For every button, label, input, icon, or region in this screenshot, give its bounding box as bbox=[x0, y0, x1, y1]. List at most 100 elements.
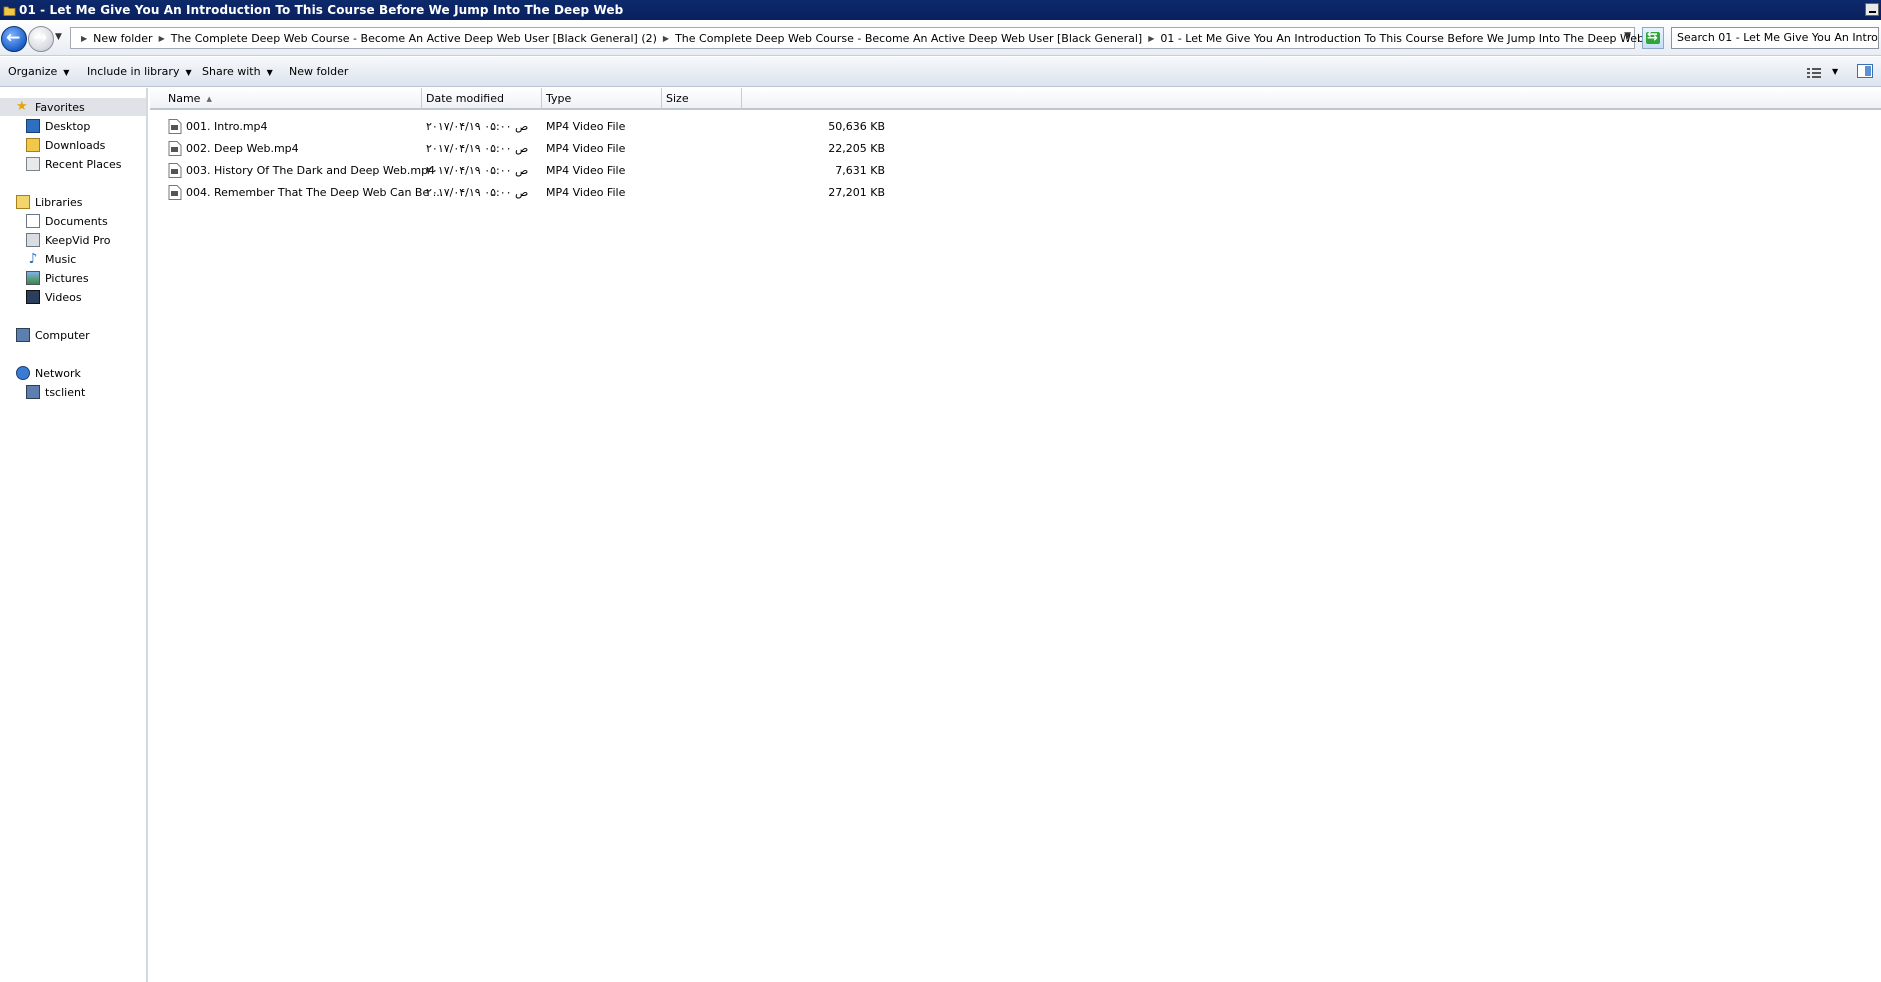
file-size: 27,201 KB bbox=[828, 186, 885, 199]
column-header-name-label: Name bbox=[168, 92, 201, 105]
breadcrumb-course-2[interactable]: The Complete Deep Web Course - Become An… bbox=[171, 32, 657, 45]
pictures-icon bbox=[26, 271, 40, 285]
organize-button[interactable]: Organize ▼ bbox=[8, 65, 69, 78]
view-options-dropdown-icon[interactable]: ▼ bbox=[1832, 67, 1838, 76]
recent-pages-dropdown-icon[interactable]: ▼ bbox=[55, 32, 62, 42]
address-history-dropdown-icon[interactable]: ▼ bbox=[1624, 31, 1631, 41]
sidebar-item-label: tsclient bbox=[45, 385, 86, 399]
documents-icon bbox=[26, 214, 40, 228]
sidebar-item-favorites[interactable]: ★ Favorites bbox=[0, 98, 146, 116]
breadcrumb-separator-icon[interactable]: ▶ bbox=[81, 34, 87, 43]
video-file-icon bbox=[168, 185, 182, 200]
library-folder-icon bbox=[26, 233, 40, 247]
preview-pane-icon[interactable] bbox=[1857, 64, 1873, 78]
video-file-icon bbox=[168, 141, 182, 156]
video-file-icon bbox=[168, 119, 182, 134]
title-bar: 01 - Let Me Give You An Introduction To … bbox=[0, 0, 1881, 20]
sidebar-item-label: Network bbox=[35, 366, 81, 380]
sidebar-item-label: Music bbox=[45, 252, 77, 266]
address-row: ▼ ▶ New folder ▶ The Complete Deep Web C… bbox=[0, 20, 1881, 56]
search-input[interactable]: Search 01 - Let Me Give You An Introd... bbox=[1671, 27, 1879, 49]
change-view-icon[interactable] bbox=[1806, 66, 1822, 80]
sidebar-item-recent-places[interactable]: Recent Places bbox=[26, 155, 122, 173]
network-icon bbox=[16, 366, 30, 380]
column-header-row: Name ▲ Date modified Type Size bbox=[150, 88, 1881, 110]
sidebar-item-computer[interactable]: Computer bbox=[16, 326, 90, 344]
computer-icon bbox=[26, 385, 40, 399]
computer-icon bbox=[16, 328, 30, 342]
column-header-type[interactable]: Type bbox=[542, 88, 662, 110]
breadcrumb-course[interactable]: The Complete Deep Web Course - Become An… bbox=[675, 32, 1142, 45]
file-size: 50,636 KB bbox=[828, 120, 885, 133]
window-title: 01 - Let Me Give You An Introduction To … bbox=[19, 3, 624, 17]
desktop-icon bbox=[26, 119, 40, 133]
sidebar-item-documents[interactable]: Documents bbox=[26, 212, 108, 230]
breadcrumb-separator-icon[interactable]: ▶ bbox=[159, 34, 165, 43]
back-button[interactable] bbox=[1, 26, 27, 52]
libraries-icon bbox=[16, 195, 30, 209]
column-header-date-modified[interactable]: Date modified bbox=[422, 88, 542, 110]
sidebar-item-label: Downloads bbox=[45, 138, 106, 152]
sidebar-item-label: Pictures bbox=[45, 271, 89, 285]
sidebar-item-music[interactable]: ♪ Music bbox=[26, 250, 77, 268]
new-folder-button[interactable]: New folder bbox=[289, 65, 348, 78]
file-type: MP4 Video File bbox=[546, 164, 626, 177]
chevron-down-icon: ▼ bbox=[266, 68, 273, 77]
videos-icon bbox=[26, 290, 40, 304]
sidebar-item-pictures[interactable]: Pictures bbox=[26, 269, 89, 287]
video-file-icon bbox=[168, 163, 182, 178]
file-type: MP4 Video File bbox=[546, 186, 626, 199]
file-type: MP4 Video File bbox=[546, 142, 626, 155]
sidebar-item-videos[interactable]: Videos bbox=[26, 288, 82, 306]
breadcrumb-current-folder[interactable]: 01 - Let Me Give You An Introduction To … bbox=[1160, 32, 1644, 45]
file-date-modified: ۲۰۱۷/۰۴/۱۹ ص ۰۵:۰۰ bbox=[426, 164, 529, 177]
sort-ascending-icon: ▲ bbox=[206, 95, 212, 103]
sidebar-item-label: Recent Places bbox=[45, 157, 122, 171]
new-folder-label: New folder bbox=[289, 65, 349, 78]
include-in-library-label: Include in library bbox=[87, 65, 180, 78]
downloads-folder-icon bbox=[26, 138, 40, 152]
column-header-size[interactable]: Size bbox=[662, 88, 742, 110]
minimize-button[interactable] bbox=[1865, 3, 1879, 16]
sidebar-item-keepvid-pro[interactable]: KeepVid Pro bbox=[26, 231, 110, 249]
sidebar-item-libraries[interactable]: Libraries bbox=[16, 193, 83, 211]
column-header-size-label: Size bbox=[666, 92, 689, 105]
breadcrumb-separator-icon[interactable]: ▶ bbox=[1148, 34, 1154, 43]
organize-label: Organize bbox=[8, 65, 58, 78]
column-header-name[interactable]: Name ▲ bbox=[160, 88, 422, 110]
refresh-button[interactable] bbox=[1642, 27, 1664, 49]
file-row[interactable]: 003. History Of The Dark and Deep Web.mp… bbox=[150, 160, 885, 182]
sidebar-item-label: Favorites bbox=[35, 100, 85, 114]
sidebar-item-label: KeepVid Pro bbox=[45, 233, 111, 247]
file-size: 22,205 KB bbox=[828, 142, 885, 155]
sidebar-item-label: Videos bbox=[45, 290, 82, 304]
file-type: MP4 Video File bbox=[546, 120, 626, 133]
breadcrumb-new-folder[interactable]: New folder bbox=[93, 32, 152, 45]
file-date-modified: ۲۰۱۷/۰۴/۱۹ ص ۰۵:۰۰ bbox=[426, 186, 529, 199]
file-row[interactable]: 002. Deep Web.mp4 ۲۰۱۷/۰۴/۱۹ ص ۰۵:۰۰ MP4… bbox=[150, 138, 885, 160]
share-with-label: Share with bbox=[202, 65, 261, 78]
file-row[interactable]: 004. Remember That The Deep Web Can Be .… bbox=[150, 182, 885, 204]
sidebar-item-label: Libraries bbox=[35, 195, 83, 209]
sidebar-item-downloads[interactable]: Downloads bbox=[26, 136, 105, 154]
breadcrumb-separator-icon[interactable]: ▶ bbox=[663, 34, 669, 43]
file-row[interactable]: 001. Intro.mp4 ۲۰۱۷/۰۴/۱۹ ص ۰۵:۰۰ MP4 Vi… bbox=[150, 116, 885, 138]
forward-button[interactable] bbox=[28, 26, 54, 52]
sidebar-item-desktop[interactable]: Desktop bbox=[26, 117, 90, 135]
command-bar: Organize ▼ Include in library ▼ Share with… bbox=[0, 57, 1881, 87]
file-date-modified: ۲۰۱۷/۰۴/۱۹ ص ۰۵:۰۰ bbox=[426, 120, 529, 133]
sidebar-item-label: Documents bbox=[45, 214, 108, 228]
chevron-down-icon: ▼ bbox=[63, 68, 70, 77]
sidebar-item-network[interactable]: Network bbox=[16, 364, 81, 382]
recent-places-icon bbox=[26, 157, 40, 171]
share-with-button[interactable]: Share with ▼ bbox=[202, 65, 273, 78]
star-icon: ★ bbox=[16, 99, 28, 114]
file-list: Name ▲ Date modified Type Size 001. Intro… bbox=[150, 88, 1881, 982]
sidebar-item-tsclient[interactable]: tsclient bbox=[26, 383, 85, 401]
include-in-library-button[interactable]: Include in library ▼ bbox=[87, 65, 192, 78]
file-size: 7,631 KB bbox=[835, 164, 885, 177]
chevron-down-icon: ▼ bbox=[185, 68, 192, 77]
column-header-date-label: Date modified bbox=[426, 92, 504, 105]
file-date-modified: ۲۰۱۷/۰۴/۱۹ ص ۰۵:۰۰ bbox=[426, 142, 529, 155]
address-bar[interactable]: ▶ New folder ▶ The Complete Deep Web Cou… bbox=[70, 27, 1644, 49]
